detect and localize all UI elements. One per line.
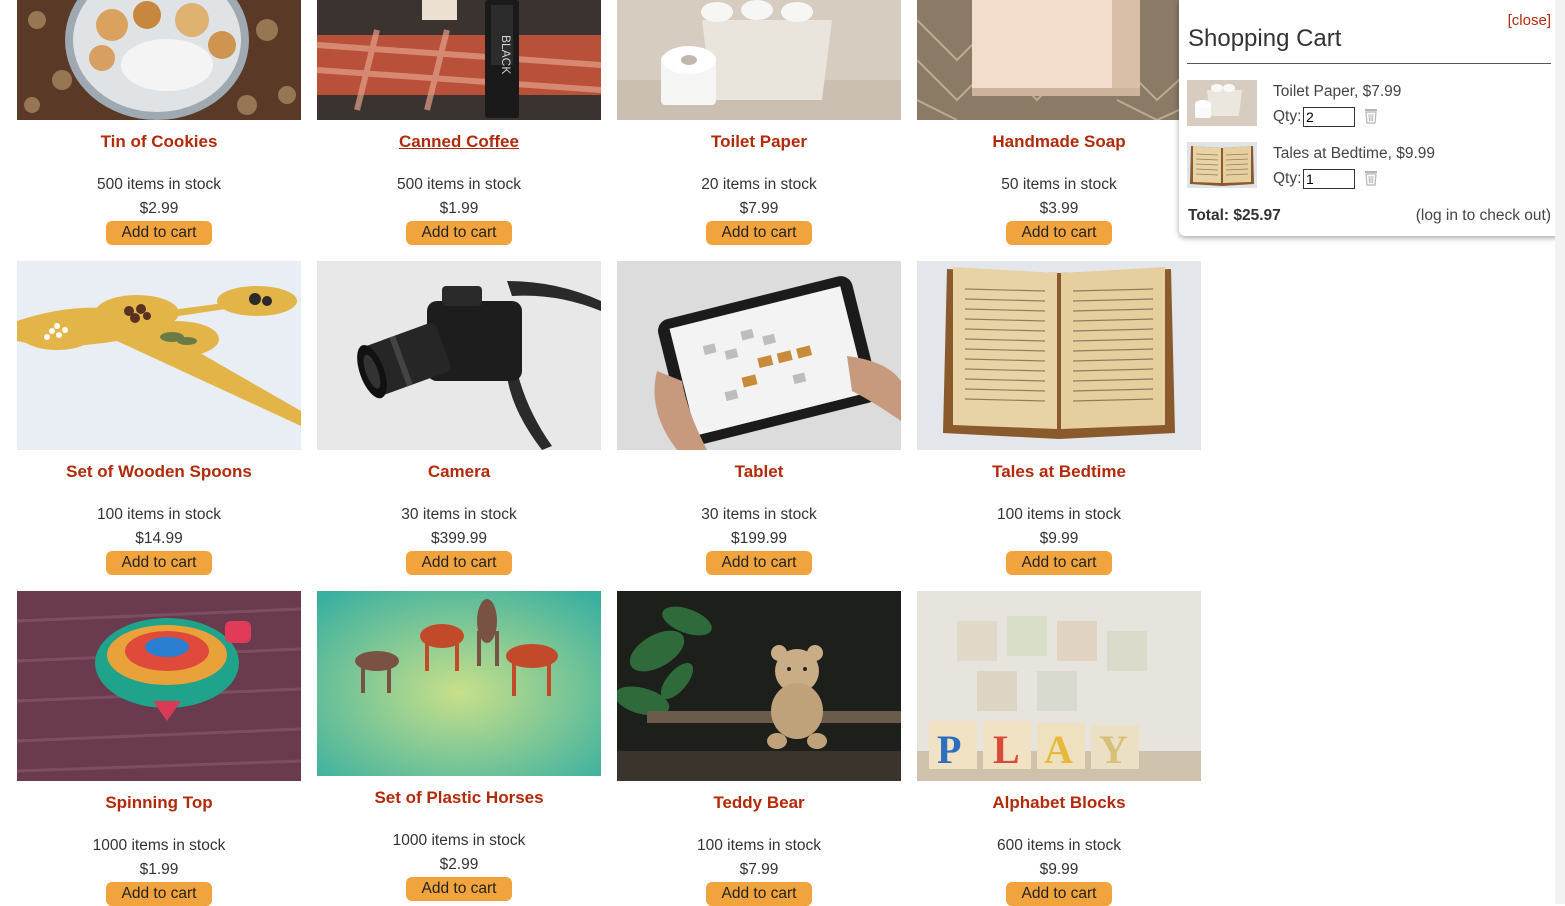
product-card: Camera 30 items in stock $399.99 Add to … [317, 261, 601, 575]
qty-label: Qty: [1273, 170, 1302, 187]
product-image-toilet-paper[interactable] [617, 0, 901, 120]
add-to-cart-button[interactable]: Add to cart [105, 551, 213, 575]
product-card: Tin of Cookies 500 items in stock $2.99 … [17, 0, 301, 245]
price: $1.99 [439, 200, 479, 217]
close-cart-link[interactable]: [close] [1508, 12, 1551, 29]
stock-count: 100 items in stock [696, 837, 822, 854]
price: $2.99 [439, 856, 479, 873]
quantity-input[interactable] [1303, 107, 1355, 127]
add-to-cart-button[interactable]: Add to cart [105, 221, 213, 245]
add-to-cart-button[interactable]: Add to cart [405, 877, 513, 901]
product-card: Spinning Top 1000 items in stock $1.99 A… [17, 591, 301, 906]
price: $399.99 [430, 530, 488, 547]
stock-count: 500 items in stock [96, 176, 222, 193]
product-card: Tales at Bedtime 100 items in stock $9.9… [917, 261, 1201, 575]
product-card: Teddy Bear 100 items in stock $7.99 Add … [617, 591, 901, 906]
cart-divider [1187, 63, 1551, 64]
product-image-camera[interactable] [317, 261, 601, 450]
cart-item-image-toilet-paper [1187, 80, 1257, 126]
price: $1.99 [139, 861, 179, 878]
cart-item: Tales at Bedtime, $9.99 Qty: [1187, 142, 1551, 190]
cart-item-image-book [1187, 142, 1257, 188]
price: $2.99 [139, 200, 179, 217]
cart-total: Total: $25.97 [1188, 207, 1281, 224]
product-card: Toilet Paper 20 items in stock $7.99 Add… [617, 0, 901, 245]
product-name[interactable]: Alphabet Blocks [917, 793, 1201, 813]
product-name[interactable]: Tablet [617, 462, 901, 482]
cart-title: Shopping Cart [1188, 25, 1342, 52]
svg-text:A: A [1044, 727, 1073, 772]
product-name[interactable]: Set of Plastic Horses [317, 788, 601, 808]
add-to-cart-button[interactable]: Add to cart [1005, 551, 1113, 575]
product-image-alphabet-blocks[interactable]: P L A Y [917, 591, 1201, 781]
product-image-spinning-top[interactable] [17, 591, 301, 781]
product-image-handmade-soap[interactable] [917, 0, 1201, 120]
cart-item-description: Toilet Paper, $7.99 [1273, 83, 1402, 100]
stock-count: 50 items in stock [1001, 176, 1117, 193]
product-name[interactable]: Tin of Cookies [17, 132, 301, 152]
price: $3.99 [1039, 200, 1079, 217]
cart-item: Toilet Paper, $7.99 Qty: [1187, 80, 1551, 128]
product-name[interactable]: Tales at Bedtime [917, 462, 1201, 482]
cart-item-description: Tales at Bedtime, $9.99 [1273, 145, 1435, 162]
add-to-cart-button[interactable]: Add to cart [1005, 221, 1113, 245]
add-to-cart-button[interactable]: Add to cart [705, 551, 813, 575]
checkout-note: (log in to check out) [1415, 207, 1551, 224]
product-card: Set of Wooden Spoons 100 items in stock … [17, 261, 301, 575]
scrollbar[interactable] [1555, 0, 1565, 904]
product-image-teddy-bear[interactable] [617, 591, 901, 781]
add-to-cart-button[interactable]: Add to cart [405, 221, 513, 245]
price: $9.99 [1039, 861, 1079, 878]
product-name[interactable]: Toilet Paper [617, 132, 901, 152]
add-to-cart-button[interactable]: Add to cart [105, 882, 213, 906]
svg-text:P: P [937, 727, 961, 772]
svg-text:Y: Y [1099, 727, 1128, 772]
stock-count: 1000 items in stock [92, 837, 226, 854]
svg-text:L: L [993, 727, 1020, 772]
shopping-cart-panel: [close] Shopping Cart Toilet Paper, $7.9… [1179, 0, 1561, 236]
price: $9.99 [1039, 530, 1079, 547]
svg-text:BLACK: BLACK [499, 35, 513, 74]
stock-count: 600 items in stock [996, 837, 1122, 854]
product-name[interactable]: Camera [317, 462, 601, 482]
product-name[interactable]: Set of Wooden Spoons [17, 462, 301, 482]
price: $199.99 [730, 530, 788, 547]
product-card: P L A Y Alphabet Blocks 600 items in sto… [917, 591, 1201, 906]
price: $14.99 [135, 530, 183, 547]
price: $7.99 [739, 200, 779, 217]
product-name[interactable]: Spinning Top [17, 793, 301, 813]
stock-count: 500 items in stock [396, 176, 522, 193]
qty-label: Qty: [1273, 108, 1302, 125]
product-name[interactable]: Handmade Soap [917, 132, 1201, 152]
product-card: BLACK Canned Coffee 500 items in stock $… [317, 0, 601, 245]
stock-count: 1000 items in stock [392, 832, 526, 849]
add-to-cart-button[interactable]: Add to cart [705, 221, 813, 245]
add-to-cart-button[interactable]: Add to cart [705, 882, 813, 906]
product-image-cookie-tin[interactable] [17, 0, 301, 120]
stock-count: 30 items in stock [701, 506, 817, 523]
product-image-tablet[interactable] [617, 261, 901, 450]
stock-count: 100 items in stock [96, 506, 222, 523]
product-card: Set of Plastic Horses 1000 items in stoc… [317, 591, 601, 901]
stock-count: 20 items in stock [701, 176, 817, 193]
trash-icon[interactable] [1364, 170, 1378, 186]
product-image-wooden-spoons[interactable] [17, 261, 301, 450]
product-card: Tablet 30 items in stock $199.99 Add to … [617, 261, 901, 575]
price: $7.99 [739, 861, 779, 878]
stock-count: 100 items in stock [996, 506, 1122, 523]
stock-count: 30 items in stock [401, 506, 517, 523]
add-to-cart-button[interactable]: Add to cart [405, 551, 513, 575]
product-image-book[interactable] [917, 261, 1201, 450]
product-image-canned-coffee[interactable]: BLACK [317, 0, 601, 120]
trash-icon[interactable] [1364, 108, 1378, 124]
product-name[interactable]: Canned Coffee [317, 132, 601, 152]
product-name[interactable]: Teddy Bear [617, 793, 901, 813]
add-to-cart-button[interactable]: Add to cart [1005, 882, 1113, 906]
product-image-plastic-horses[interactable] [317, 591, 601, 776]
quantity-input[interactable] [1303, 169, 1355, 189]
product-card: Handmade Soap 50 items in stock $3.99 Ad… [917, 0, 1201, 245]
